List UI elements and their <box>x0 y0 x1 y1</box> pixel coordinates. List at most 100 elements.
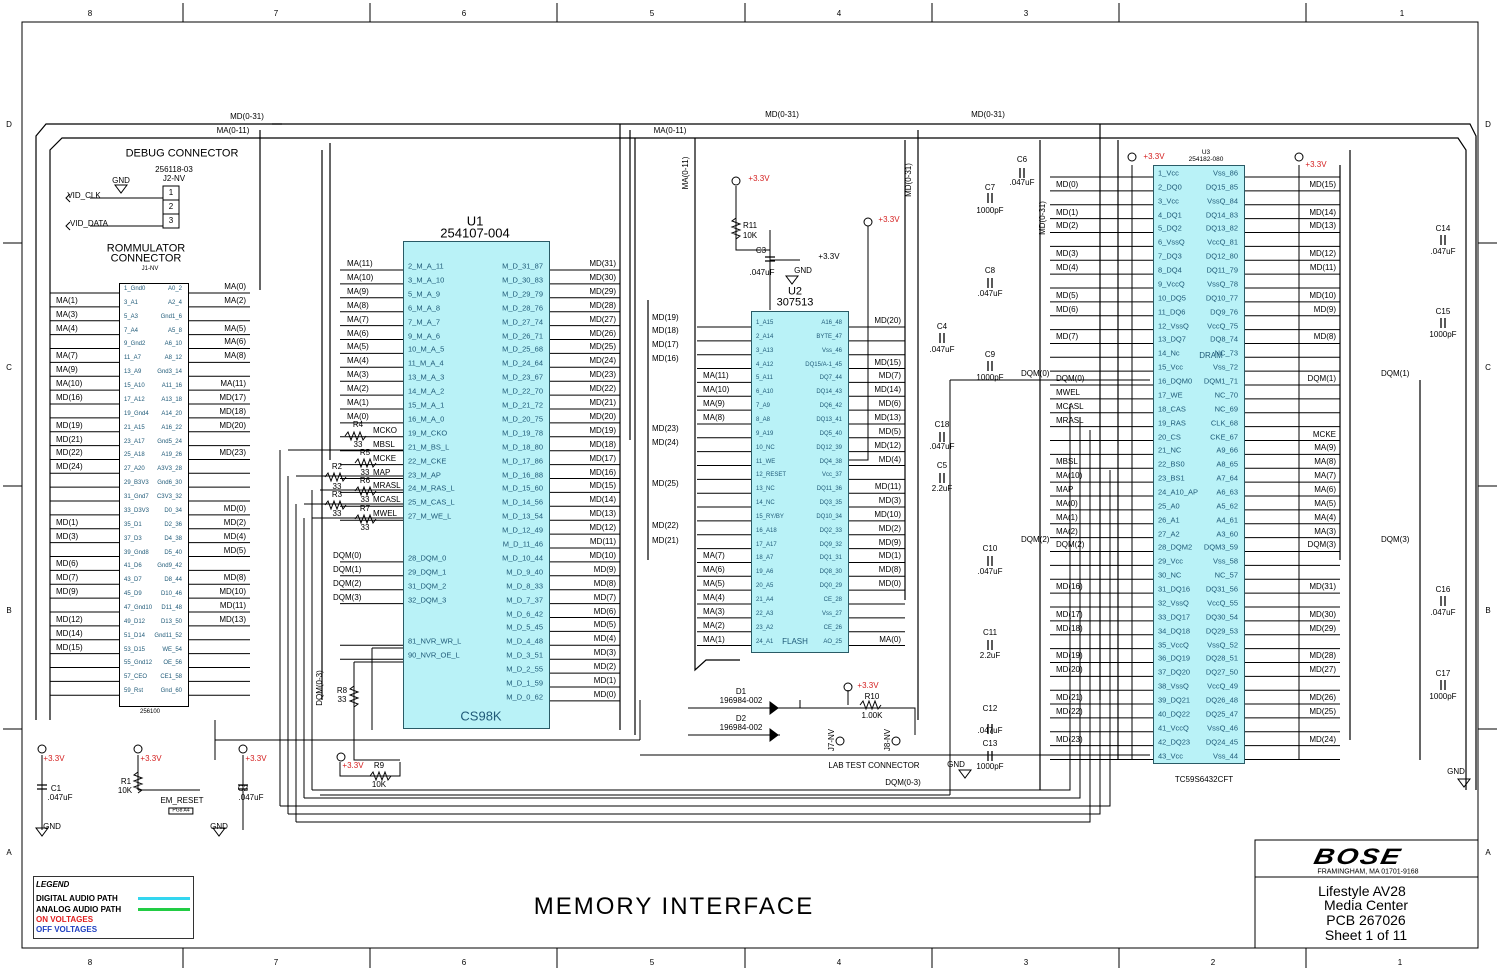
u1-pin-label: M_D_9_40 <box>506 567 543 577</box>
u1-pin-label: M_D_14_56 <box>502 497 543 507</box>
net-label: MD(9) <box>878 537 901 547</box>
net-label: MA(5) <box>703 579 725 589</box>
j1-pin-label: 3_A1 <box>124 299 139 306</box>
j1-pin-label: A6_10 <box>164 341 182 348</box>
j1-pin-label: 51_D14 <box>124 632 146 639</box>
row-label: D <box>1485 120 1491 129</box>
r6-ref: R6 <box>359 476 371 485</box>
net-label: MD(15) <box>874 357 901 367</box>
debug-connector-title: DEBUG CONNECTOR <box>125 147 239 160</box>
net-label: MD(10) <box>874 509 901 519</box>
c10-value: .047uF <box>977 567 1003 576</box>
net-label: MRASL <box>373 481 401 491</box>
net-label: MD(22) <box>589 384 616 394</box>
net-label: MD(0) <box>593 689 616 699</box>
u2-pin-label: 2_A14 <box>756 333 774 340</box>
u2-part: 307513 <box>776 296 814 309</box>
u2-pin-label: DQ5_40 <box>819 430 842 437</box>
col-label: 8 <box>87 9 93 18</box>
u2-pin-label: 12_RESET <box>756 472 787 479</box>
net-label: MD(5) <box>1056 290 1079 300</box>
net-label: MD(21) <box>56 434 83 444</box>
u3-pin-label: VssQ_46 <box>1207 723 1238 733</box>
net-label: MA(4) <box>703 593 725 602</box>
u2-pin-label: DQ13_41 <box>816 416 842 423</box>
c6-ref: C6 <box>1016 155 1028 164</box>
j1-pin-label: C3V3_32 <box>156 494 182 501</box>
legend-analog: ANALOG AUDIO PATH <box>36 905 122 914</box>
net-label: MD(23) <box>1056 734 1083 744</box>
u3-pin-label: Vss_44 <box>1212 750 1238 760</box>
col-label: 8 <box>87 958 93 967</box>
u1-pin-label: M_D_8_33 <box>506 580 543 590</box>
j1-pin-label: D4_38 <box>164 535 182 542</box>
c4-value: .047uF <box>929 345 955 354</box>
u2-pin-label: 10_NC <box>756 444 775 451</box>
u3-pin-label: DQ8_74 <box>1210 334 1238 344</box>
u3-pin-label: 40_DQ22 <box>1158 709 1191 719</box>
u2-pin-label: 20_A5 <box>756 583 774 590</box>
u3-pin-label: DQ10_77 <box>1205 293 1238 303</box>
u1-pin-label: 19_M_CKO <box>408 428 448 438</box>
power-label: +3.3V <box>857 681 879 690</box>
u3-pin-label: 39_DQ21 <box>1158 695 1191 705</box>
net-label: MA(5) <box>224 323 246 333</box>
u2-pin-label: BYTE_47 <box>816 333 842 340</box>
j1-pin-label: 13_A9 <box>124 369 142 376</box>
r7-value: 33 <box>360 523 370 532</box>
net-label: MD(15) <box>56 642 83 652</box>
u3-pin-label: 33_DQ17 <box>1158 612 1191 622</box>
j1-pin-label: 15_A10 <box>124 383 145 390</box>
net-label: MD(10) <box>1309 290 1336 300</box>
net-label: MA(8) <box>1314 457 1336 467</box>
net-label: MA(7) <box>56 351 78 361</box>
net-label: MD(0) <box>878 579 901 589</box>
lab-test-connector-label: LAB TEST CONNECTOR <box>828 761 920 770</box>
net-label: MD(21) <box>1056 693 1083 703</box>
row-label: B <box>1485 606 1491 615</box>
u3-pin-label: VssQ_78 <box>1207 279 1238 289</box>
net-label: MD(13) <box>1309 221 1336 231</box>
j1-pin-label: 21_A15 <box>124 424 145 431</box>
u3-pin-label: DQ15_85 <box>1205 182 1238 192</box>
net-label: MD(30) <box>589 272 616 282</box>
u3-pin-label: 12_VssQ <box>1158 320 1189 330</box>
j1-pin-label: D11_48 <box>161 605 182 611</box>
u1-pin-label: M_D_18_80 <box>502 441 543 451</box>
u3-pin-label: 19_RAS <box>1158 417 1186 427</box>
u3-pin-label: 6_VssQ <box>1158 237 1185 247</box>
u2-pin-label: 8_A8 <box>756 416 771 423</box>
u1-pin-label: M_D_19_78 <box>502 428 543 438</box>
net-label: MA(0) <box>347 411 369 421</box>
u3-pin-label: 38_VssQ <box>1158 681 1189 691</box>
u1-pin-label: M_D_20_75 <box>502 414 543 424</box>
r2-ref: R2 <box>331 462 343 471</box>
net-label: MRASL <box>1056 415 1084 425</box>
net-label: MD(19) <box>1056 651 1083 661</box>
net-label: MD(2) <box>1056 221 1079 231</box>
pin-number: 1 <box>168 188 174 197</box>
net-label: MD(19) <box>652 313 679 322</box>
j1-pin-label: 49_D12 <box>124 618 146 625</box>
net-label: MA(3) <box>703 606 725 616</box>
u2-pin-label: DQ8_30 <box>819 569 842 576</box>
u2-pin-label: DQ3_35 <box>819 500 842 507</box>
u3-pin-label: 17_WE <box>1158 390 1183 400</box>
net-label: MD(4) <box>878 454 901 464</box>
net-label: MA(11) <box>703 371 729 381</box>
net-label: MA(0) <box>879 634 901 644</box>
net-label: MA(7) <box>1314 471 1336 481</box>
u3-pin-label: VccQ_49 <box>1207 681 1238 691</box>
u1-pin-label: M_D_10_44 <box>502 553 543 563</box>
col-label: 4 <box>836 958 842 967</box>
u2-pin-label: 4_A12 <box>756 361 774 368</box>
net-label: MA(8) <box>347 300 369 310</box>
net-label: MD(25) <box>652 479 679 488</box>
c17-value: 1000pF <box>1429 692 1457 701</box>
j1-pin-label: A19_26 <box>161 452 182 459</box>
net-label: MD(2) <box>223 517 246 527</box>
net-label: MD(2) <box>878 523 901 533</box>
j1-pin-label: 25_A18 <box>124 452 145 459</box>
net-label: MA(1) <box>56 295 78 305</box>
c2-ref: C2 <box>237 784 249 793</box>
